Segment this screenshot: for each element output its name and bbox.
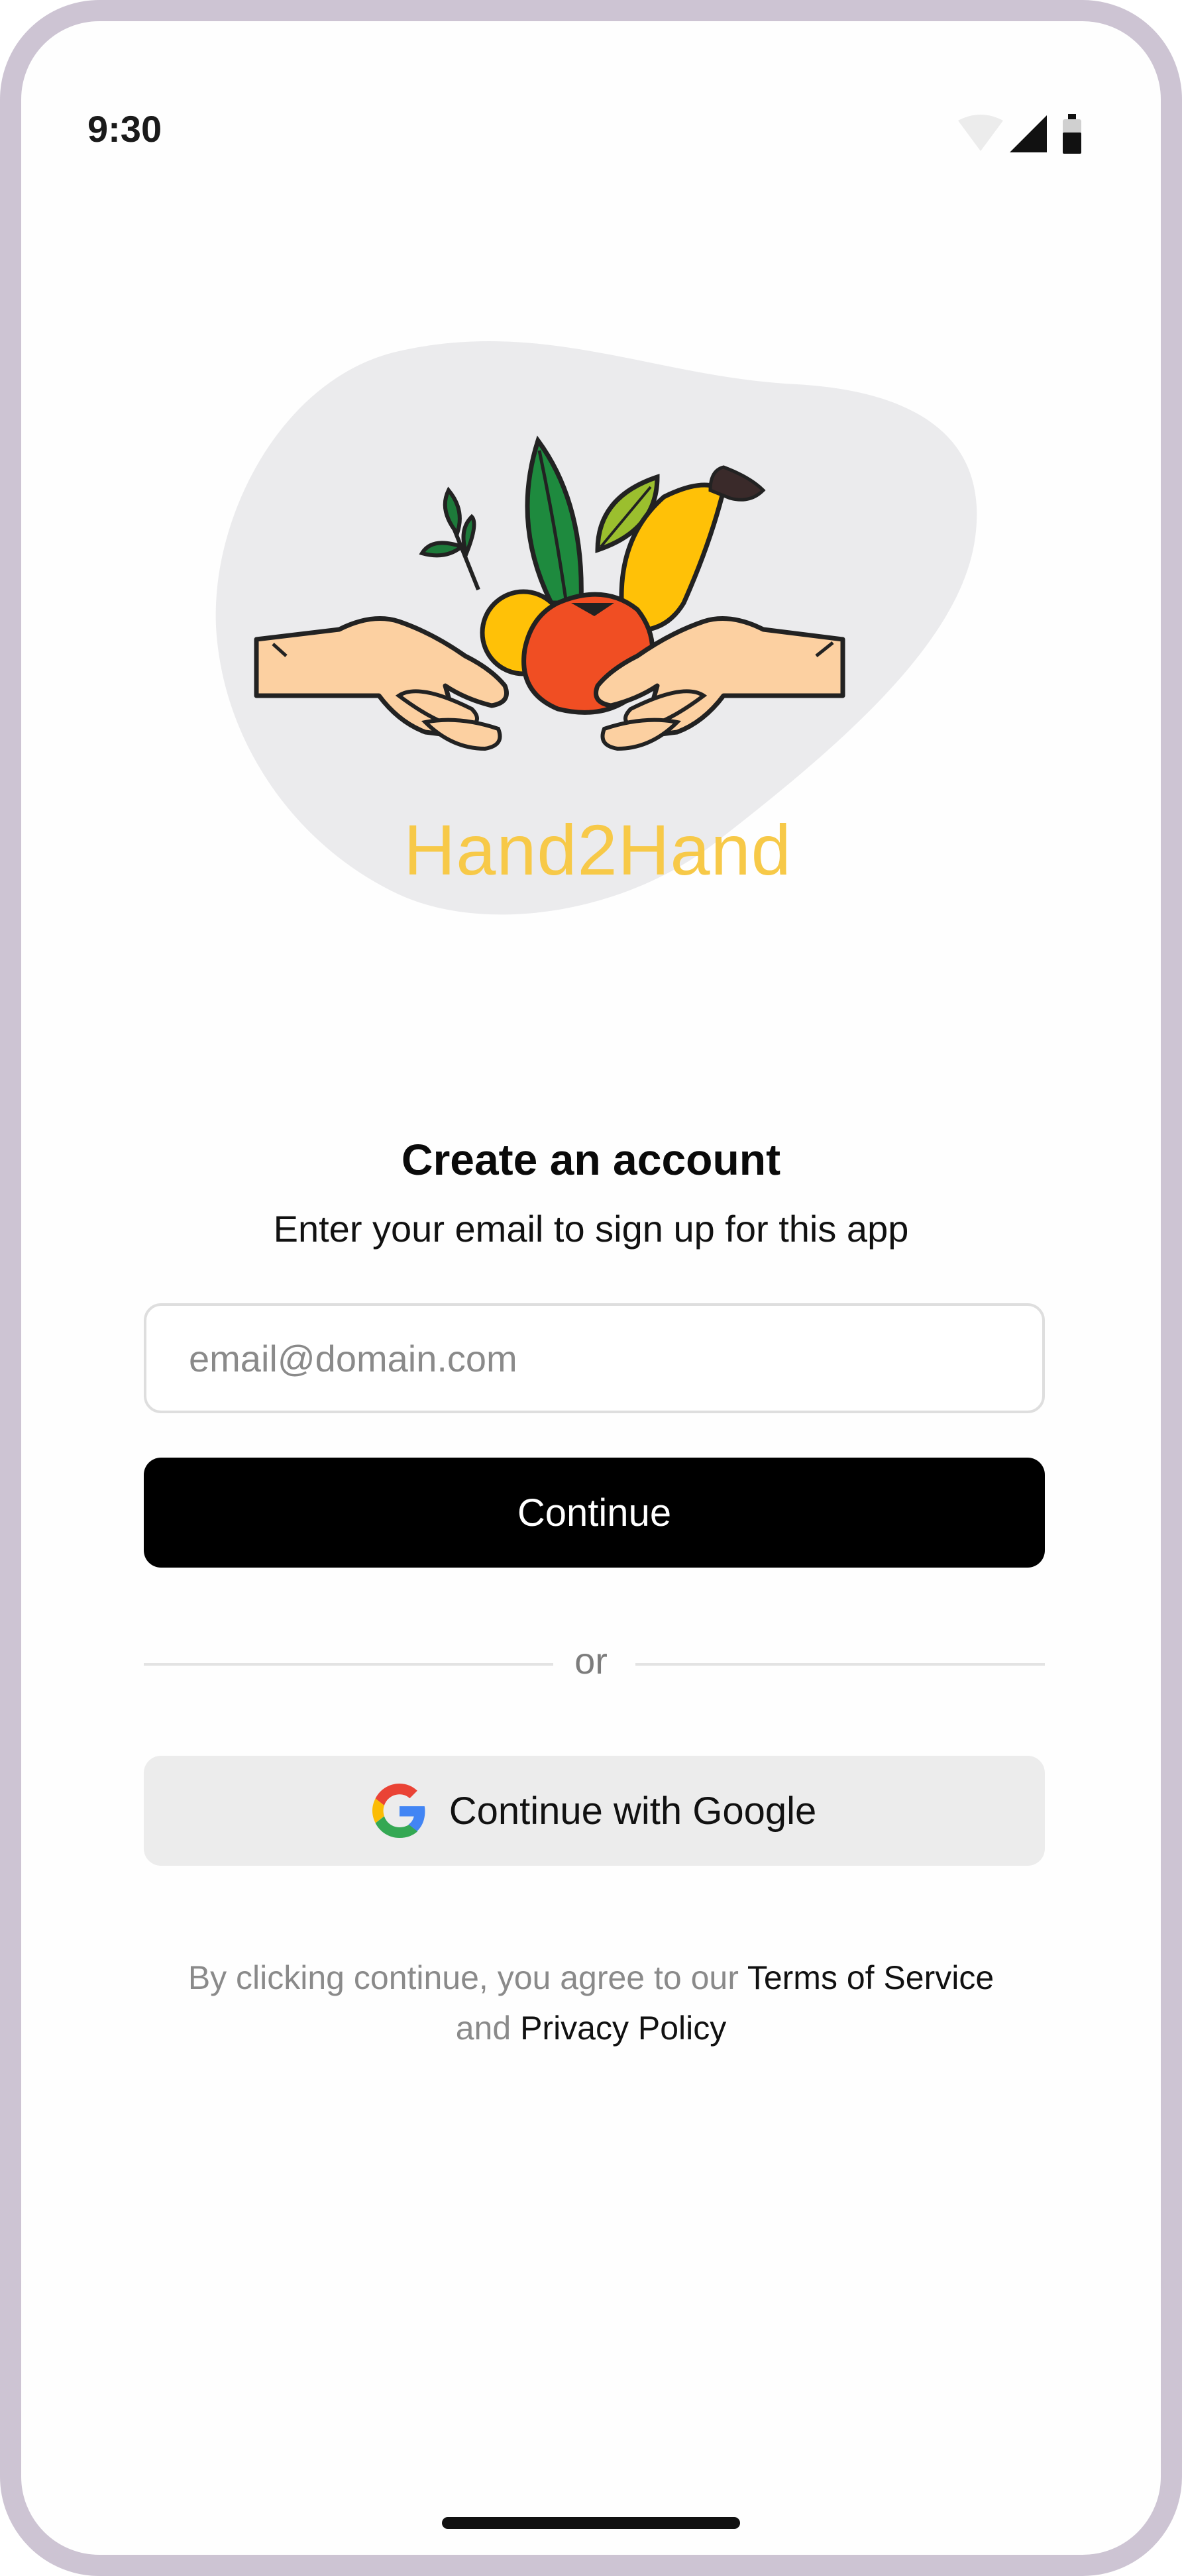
terms-of-service-link[interactable]: Terms of Service [747, 1959, 994, 1996]
divider-line-right [635, 1663, 1045, 1666]
legal-prefix: By clicking continue, you agree to our [188, 1959, 747, 1996]
status-time: 9:30 [87, 108, 162, 150]
continue-button[interactable]: Continue [144, 1458, 1045, 1568]
home-indicator[interactable] [442, 2517, 740, 2529]
divider-or: or [574, 1640, 608, 1682]
legal-middle: and [455, 2010, 521, 2047]
phone-frame: 9:30 Hand2Hand Create an account Enter y… [0, 0, 1182, 2576]
brand-logo: Hand2Hand [200, 325, 995, 961]
email-field[interactable] [144, 1303, 1045, 1413]
wifi-icon [958, 115, 1003, 151]
page-title: Create an account [401, 1135, 781, 1184]
google-logo-icon [372, 1784, 425, 1838]
google-button-label: Continue with Google [449, 1789, 817, 1833]
battery-icon [1063, 114, 1081, 154]
google-signin-button[interactable]: Continue with Google [144, 1756, 1045, 1866]
page-subtitle: Enter your email to sign up for this app [273, 1208, 909, 1250]
legal-notice: By clicking continue, you agree to our T… [21, 1953, 1161, 2053]
status-icons [958, 114, 1081, 154]
status-bar: 9:30 [21, 21, 1161, 167]
privacy-policy-link[interactable]: Privacy Policy [520, 2010, 726, 2047]
brand-name: Hand2Hand [403, 810, 792, 890]
cellular-signal-icon [1010, 115, 1047, 152]
